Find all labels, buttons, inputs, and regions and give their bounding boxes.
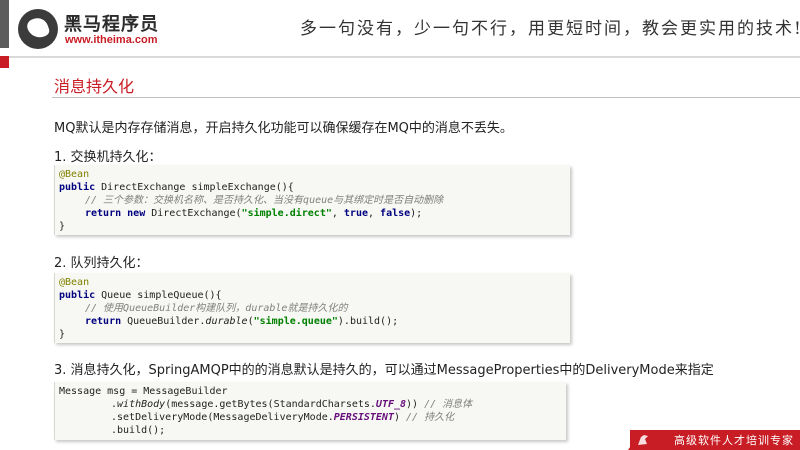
code-keyword: public: [59, 290, 96, 301]
code-text: ,: [368, 208, 381, 219]
code-keyword: false: [380, 208, 411, 219]
code-text: ,: [331, 208, 344, 219]
step-2-label: 2. 队列持久化：: [54, 256, 149, 271]
code-text: ): [393, 412, 407, 423]
code-keyword: public: [59, 182, 96, 193]
code-comment: // 持久化: [406, 412, 455, 423]
code-text: Message msg = MessageBuilder: [59, 386, 228, 397]
intro-text: MQ默认是内存存储消息，开启持久化功能可以确保缓存在MQ中的消息不丢失。: [54, 121, 513, 136]
code-block-queue: @Bean public Queue simpleQueue(){ // 使用Que…: [54, 273, 570, 343]
code-text: );: [410, 208, 423, 219]
slide-title: 消息持久化: [54, 77, 135, 96]
code-keyword: true: [343, 208, 368, 219]
code-method: durable: [205, 316, 248, 327]
code-text: Queue simpleQueue(){: [95, 290, 222, 301]
code-text: (message.getBytes(StandardCharsets.: [165, 399, 376, 410]
header-divider: [0, 56, 800, 58]
code-annotation: @Bean: [59, 169, 90, 180]
code-block-exchange: @Bean public DirectExchange simpleExchang…: [54, 165, 570, 235]
code-text: .setDeliveryMode(MessageDeliveryMode.: [111, 412, 334, 423]
code-comment: // 使用QueueBuilder构建队列，durable就是持久化的: [85, 303, 348, 314]
code-text: }: [59, 329, 66, 340]
code-text: DirectExchange simpleExchange(){: [95, 182, 294, 193]
code-comment: // 三个参数：交换机名称、是否持久化、当没有queue与其绑定时是否自动删除: [85, 195, 444, 206]
code-text: }: [59, 221, 66, 232]
code-string: "simple.queue": [253, 316, 338, 327]
code-constant: PERSISTENT: [333, 412, 394, 423]
code-string: "simple.direct": [241, 208, 332, 219]
slogan: 多一句没有，少一句不行，用更短时间，教会更实用的技术!: [300, 19, 800, 39]
horse-logo-icon: [18, 9, 58, 49]
footer-horse-icon: [638, 435, 648, 445]
code-keyword: return: [85, 316, 122, 327]
code-constant: UTF_8: [375, 399, 407, 410]
header-red-accent: [0, 56, 9, 68]
code-keyword: new: [127, 208, 146, 219]
title-divider: [52, 97, 800, 98]
code-text: .build();: [111, 425, 166, 436]
code-keyword: return: [85, 208, 122, 219]
code-comment: // 消息体: [424, 399, 473, 410]
step-1-label: 1. 交换机持久化：: [54, 150, 162, 165]
header-accent-bar: [0, 0, 9, 48]
code-text: )): [406, 399, 425, 410]
code-block-message: Message msg = MessageBuilder .withBody(me…: [54, 382, 566, 440]
code-text: DirectExchange(: [145, 208, 242, 219]
step-3-label: 3. 消息持久化，SpringAMQP中的的消息默认是持久的，可以通过Messa…: [54, 363, 714, 378]
footer-text: 高级软件人才培训专家: [674, 434, 794, 447]
code-text: QueueBuilder.: [121, 316, 206, 327]
code-annotation: @Bean: [59, 277, 90, 288]
code-method: withBody: [117, 399, 166, 410]
code-text: ).build();: [337, 316, 399, 327]
brand-logo: 黑马程序员 www.itheima.com: [18, 9, 188, 49]
logo-url: www.itheima.com: [65, 34, 158, 46]
logo-text: 黑马程序员: [64, 14, 159, 35]
